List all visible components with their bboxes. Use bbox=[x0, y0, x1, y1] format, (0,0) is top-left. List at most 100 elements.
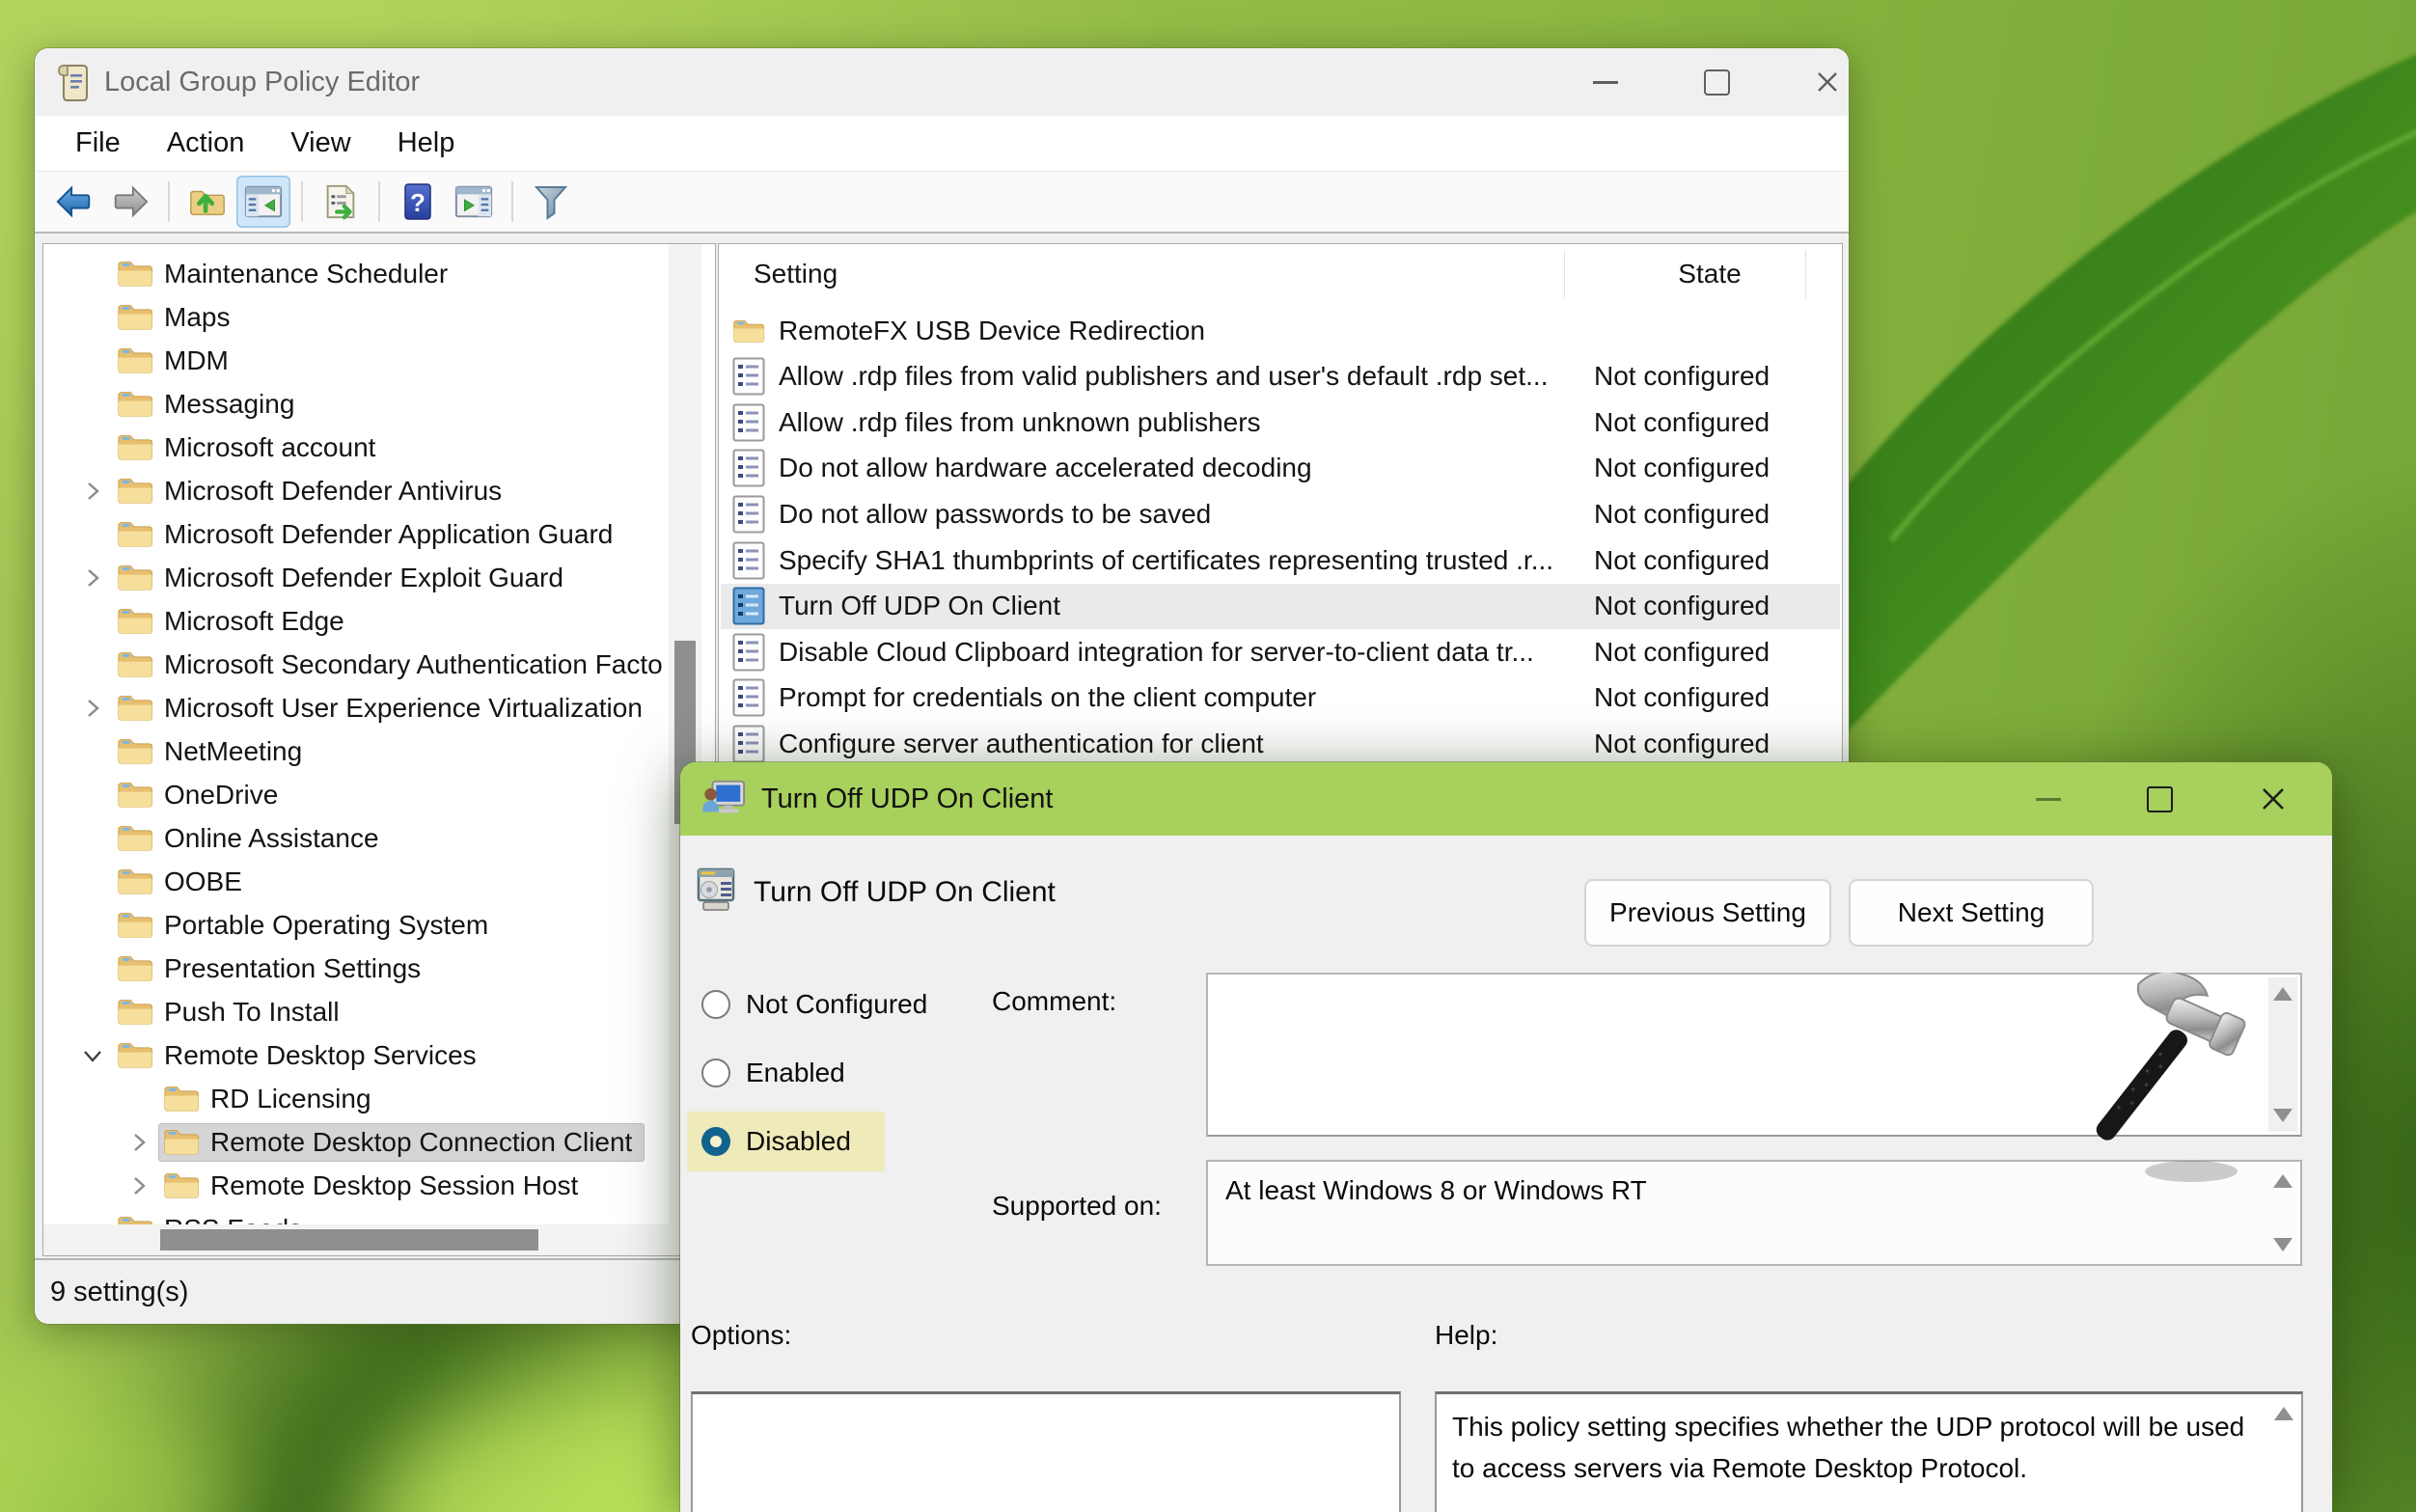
tree-node[interactable]: Microsoft Defender Application Guard bbox=[113, 516, 624, 553]
help-button[interactable]: ? bbox=[391, 176, 445, 228]
expander-collapsed-icon[interactable] bbox=[119, 1120, 159, 1164]
tree-item-microsoft-defender-exploit-guard[interactable]: Microsoft Defender Exploit Guard bbox=[72, 556, 575, 599]
tree-node[interactable]: Online Assistance bbox=[113, 820, 391, 857]
tree-item-messaging[interactable]: Messaging bbox=[72, 382, 306, 426]
expander-collapsed-icon[interactable] bbox=[119, 1164, 159, 1207]
tree-item-netmeeting[interactable]: NetMeeting bbox=[72, 729, 314, 773]
tree-node[interactable]: Microsoft Secondary Authentication Facto bbox=[113, 646, 674, 683]
title-bar[interactable]: Local Group Policy Editor bbox=[35, 48, 1849, 116]
tree-node[interactable]: Maintenance Scheduler bbox=[113, 256, 459, 292]
help-scrollbar[interactable] bbox=[2269, 1397, 2298, 1512]
tree-item-presentation-settings[interactable]: Presentation Settings bbox=[72, 947, 432, 990]
tree-item-rd-licensing[interactable]: RD Licensing bbox=[119, 1077, 383, 1120]
tree-node[interactable]: Maps bbox=[113, 299, 241, 336]
tree-node[interactable]: Remote Desktop Connection Client bbox=[159, 1124, 644, 1161]
column-divider[interactable] bbox=[1564, 250, 1565, 298]
scrollbar-thumb[interactable] bbox=[160, 1229, 538, 1251]
tree-node[interactable]: OneDrive bbox=[113, 777, 289, 813]
show-action-pane-button[interactable] bbox=[447, 176, 501, 228]
column-header-setting[interactable]: Setting bbox=[754, 244, 837, 304]
dialog-title-bar[interactable]: Turn Off UDP On Client bbox=[680, 762, 2332, 836]
tree-node[interactable]: RD Licensing bbox=[159, 1081, 383, 1117]
menu-file[interactable]: File bbox=[52, 127, 144, 159]
dialog-maximize-button[interactable] bbox=[2115, 762, 2204, 836]
show-console-tree-button[interactable] bbox=[236, 176, 290, 228]
forward-button[interactable] bbox=[103, 176, 157, 228]
tree-node[interactable]: Remote Desktop Services bbox=[113, 1037, 488, 1074]
tree-node[interactable]: NetMeeting bbox=[113, 733, 314, 770]
menu-action[interactable]: Action bbox=[144, 127, 268, 159]
tree-node[interactable]: OOBE bbox=[113, 864, 254, 900]
radio-disabled[interactable]: Disabled bbox=[687, 1112, 885, 1171]
next-setting-button[interactable]: Next Setting bbox=[1849, 879, 2094, 947]
tree-item-online-assistance[interactable]: Online Assistance bbox=[72, 816, 391, 860]
menu-help[interactable]: Help bbox=[374, 127, 479, 159]
back-button[interactable] bbox=[47, 176, 101, 228]
radio-enabled[interactable]: Enabled bbox=[687, 1043, 885, 1103]
tree-item-microsoft-account[interactable]: Microsoft account bbox=[72, 426, 387, 469]
radio-circle-unselected[interactable] bbox=[701, 1058, 730, 1087]
options-box[interactable] bbox=[691, 1391, 1401, 1512]
tree-node[interactable]: Microsoft Defender Exploit Guard bbox=[113, 560, 575, 596]
tree-item-portable-operating-system[interactable]: Portable Operating System bbox=[72, 903, 500, 947]
tree-node[interactable]: Push To Install bbox=[113, 994, 351, 1031]
tree-item-remote-desktop-session-host[interactable]: Remote Desktop Session Host bbox=[119, 1164, 590, 1207]
setting-row-remotefx-usb-device-redirection[interactable]: RemoteFX USB Device Redirection bbox=[721, 308, 1840, 353]
tree-item-microsoft-secondary-authentication-facto[interactable]: Microsoft Secondary Authentication Facto bbox=[72, 643, 674, 686]
expander-collapsed-icon[interactable] bbox=[72, 686, 113, 729]
scroll-up-icon[interactable] bbox=[2274, 1407, 2293, 1420]
expander-collapsed-icon[interactable] bbox=[72, 556, 113, 599]
tree-node[interactable]: Remote Desktop Session Host bbox=[159, 1168, 590, 1204]
maximize-button[interactable] bbox=[1672, 48, 1761, 116]
setting-row-turn-off-udp-on-client[interactable]: Turn Off UDP On ClientNot configured bbox=[721, 584, 1840, 629]
expander-collapsed-icon[interactable] bbox=[72, 469, 113, 512]
tree-item-mdm[interactable]: MDM bbox=[72, 339, 240, 382]
filter-button[interactable] bbox=[524, 176, 578, 228]
tree-item-remote-desktop-services[interactable]: Remote Desktop Services bbox=[72, 1033, 488, 1077]
menu-view[interactable]: View bbox=[267, 127, 373, 159]
minimize-button[interactable] bbox=[1561, 48, 1650, 116]
previous-setting-button[interactable]: Previous Setting bbox=[1584, 879, 1831, 947]
up-one-level-button[interactable] bbox=[180, 176, 234, 228]
tree-item-maps[interactable]: Maps bbox=[72, 295, 241, 339]
setting-row-allow-rdp-files-from-valid-publishers-and-[interactable]: Allow .rdp files from valid publishers a… bbox=[721, 354, 1840, 399]
tree-node[interactable]: Portable Operating System bbox=[113, 907, 500, 944]
tree-item-microsoft-defender-application-guard[interactable]: Microsoft Defender Application Guard bbox=[72, 512, 624, 556]
radio-not-configured[interactable]: Not Configured bbox=[687, 975, 885, 1034]
tree-horizontal-scrollbar[interactable] bbox=[43, 1224, 715, 1255]
help-box[interactable]: This policy setting specifies whether th… bbox=[1435, 1391, 2303, 1512]
column-divider[interactable] bbox=[1805, 250, 1806, 298]
tree-item-microsoft-defender-antivirus[interactable]: Microsoft Defender Antivirus bbox=[72, 469, 513, 512]
setting-row-specify-sha1-thumbprints-of-certificates-r[interactable]: Specify SHA1 thumbprints of certificates… bbox=[721, 537, 1840, 583]
tree-node[interactable]: Presentation Settings bbox=[113, 950, 432, 987]
tree-item-onedrive[interactable]: OneDrive bbox=[72, 773, 289, 816]
column-header-state[interactable]: State bbox=[1618, 244, 1801, 304]
close-button[interactable] bbox=[1783, 48, 1849, 116]
tree-node[interactable]: Microsoft account bbox=[113, 429, 387, 466]
tree-item-microsoft-edge[interactable]: Microsoft Edge bbox=[72, 599, 356, 643]
tree-item-maintenance-scheduler[interactable]: Maintenance Scheduler bbox=[72, 252, 459, 295]
export-list-icon bbox=[320, 182, 361, 221]
dialog-close-button[interactable] bbox=[2229, 762, 2318, 836]
setting-row-do-not-allow-hardware-accelerated-decoding[interactable]: Do not allow hardware accelerated decodi… bbox=[721, 446, 1840, 491]
expander-expanded-icon[interactable] bbox=[72, 1033, 113, 1077]
tree-node[interactable]: Messaging bbox=[113, 386, 306, 423]
tree-node[interactable]: Microsoft Edge bbox=[113, 603, 356, 640]
tree-node[interactable]: Microsoft User Experience Virtualization bbox=[113, 690, 654, 727]
scroll-down-icon[interactable] bbox=[2273, 1238, 2292, 1251]
tree-item-push-to-install[interactable]: Push To Install bbox=[72, 990, 351, 1033]
tree-node[interactable]: MDM bbox=[113, 343, 240, 379]
tree-node[interactable]: Microsoft Defender Antivirus bbox=[113, 473, 513, 509]
setting-row-configure-server-authentication-for-client[interactable]: Configure server authentication for clie… bbox=[721, 721, 1840, 766]
radio-circle-selected[interactable] bbox=[701, 1127, 730, 1156]
setting-row-prompt-for-credentials-on-the-client-compu[interactable]: Prompt for credentials on the client com… bbox=[721, 675, 1840, 721]
setting-row-allow-rdp-files-from-unknown-publishers[interactable]: Allow .rdp files from unknown publishers… bbox=[721, 399, 1840, 445]
tree-item-microsoft-user-experience-virtualization[interactable]: Microsoft User Experience Virtualization bbox=[72, 686, 654, 729]
setting-row-do-not-allow-passwords-to-be-saved[interactable]: Do not allow passwords to be savedNot co… bbox=[721, 491, 1840, 536]
export-list-button[interactable] bbox=[314, 176, 368, 228]
dialog-minimize-button[interactable] bbox=[2004, 762, 2093, 836]
tree-item-oobe[interactable]: OOBE bbox=[72, 860, 254, 903]
tree-item-remote-desktop-connection-client[interactable]: Remote Desktop Connection Client bbox=[119, 1120, 644, 1164]
radio-circle-unselected[interactable] bbox=[701, 990, 730, 1019]
setting-row-disable-cloud-clipboard-integration-for-se[interactable]: Disable Cloud Clipboard integration for … bbox=[721, 629, 1840, 674]
